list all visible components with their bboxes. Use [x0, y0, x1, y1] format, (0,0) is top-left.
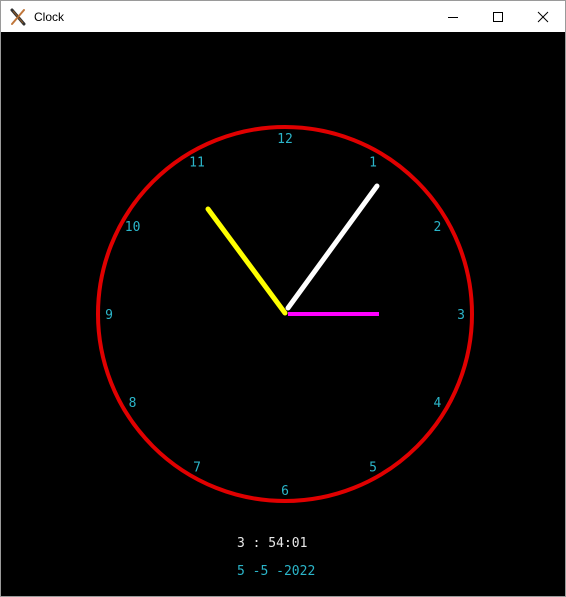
minute-hand — [285, 183, 380, 311]
close-button[interactable] — [520, 1, 565, 32]
time-readout: 3 : 54:01 — [237, 536, 308, 551]
x-app-icon — [8, 7, 28, 27]
clock-face: 121234567891011 — [96, 125, 474, 503]
dial-number-12: 12 — [277, 132, 293, 147]
dial-number-9: 9 — [105, 308, 113, 323]
dial-number-7: 7 — [193, 460, 201, 475]
dial-number-4: 4 — [433, 396, 441, 411]
dial-number-5: 5 — [369, 460, 377, 475]
date-readout: 5 -5 -2022 — [237, 564, 316, 579]
close-icon — [537, 11, 548, 22]
title-bar[interactable]: Clock — [1, 1, 565, 32]
clock-window: Clock 12 1 2 3 4 5 6 7 8 9 10 11 3: 54:… — [0, 0, 566, 597]
dial-number-2: 2 — [433, 220, 441, 235]
window-title: Clock — [34, 9, 65, 24]
clock-canvas: 12 1 2 3 4 5 6 7 8 9 10 11 3 : 54:01 5 -5 -2022 — [1, 33, 565, 596]
dial-number-1: 1 — [369, 156, 377, 171]
maximize-button[interactable] — [475, 1, 520, 32]
dial-number-3: 3 — [457, 308, 465, 323]
dial-number-8: 8 — [129, 396, 137, 411]
window-controls — [430, 1, 565, 32]
maximize-icon — [492, 11, 503, 22]
minimize-button[interactable] — [430, 1, 475, 32]
minimize-icon — [447, 16, 458, 18]
dial-number-11: 11 — [189, 156, 205, 171]
second-hand — [205, 206, 288, 316]
dial-number-10: 10 — [125, 220, 141, 235]
dial-number-6: 6 — [281, 484, 289, 499]
